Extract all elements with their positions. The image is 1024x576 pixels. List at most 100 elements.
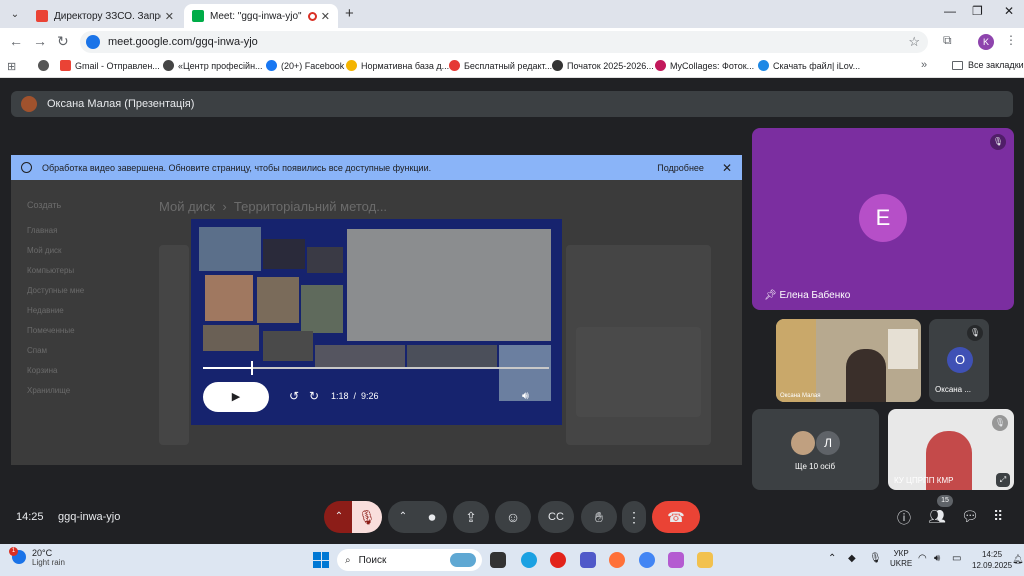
bookmark-item[interactable]: Скачать файл| iLov... xyxy=(758,60,860,71)
search-highlight-image xyxy=(450,553,476,567)
tab-title: Meet: "ggq-inwa-yjo" xyxy=(210,10,302,22)
url-input[interactable]: meet.google.com/ggq-inwa-yjo ☆ xyxy=(80,31,928,53)
notice-message: Обработка видео завершена. Обновите стра… xyxy=(42,162,432,173)
processing-notice: Обработка видео завершена. Обновите стра… xyxy=(11,155,742,180)
copilot-icon[interactable] xyxy=(668,552,684,568)
volume-icon[interactable]: 🔊︎ xyxy=(934,553,940,564)
bookmark-item[interactable]: Початок 2025-2026... xyxy=(552,60,654,71)
expand-icon[interactable]: ⤢ xyxy=(996,473,1010,487)
folder-icon xyxy=(952,60,963,70)
microphone-icon[interactable]: 🎙︎ xyxy=(869,553,882,564)
restore-icon[interactable]: ❐ xyxy=(972,4,983,18)
bookmark-label: Gmail - Отправлен... xyxy=(75,60,160,71)
new-tab-button[interactable]: + xyxy=(345,5,354,22)
mic-toggle-button[interactable]: 🎙︎ xyxy=(352,501,382,533)
back-icon[interactable]: ← xyxy=(9,33,23,49)
bookmark-item[interactable]: «Центр професійн... xyxy=(163,60,263,71)
bookmark-item[interactable]: MyCollages: Фоток... xyxy=(655,60,754,71)
raise-hand-button[interactable]: ✋︎ xyxy=(581,501,617,533)
apps-grid-icon[interactable]: ⊞ xyxy=(7,60,16,73)
minimize-icon[interactable]: — xyxy=(944,4,956,18)
wifi-icon[interactable]: ◠ xyxy=(918,553,927,564)
chat-icon[interactable]: 💬︎ xyxy=(961,508,979,525)
file-explorer-icon[interactable] xyxy=(697,552,713,568)
notification-badge: 1 xyxy=(9,547,18,556)
participant-name: 📌︎ Елена Бабенко xyxy=(764,290,851,301)
task-view-icon[interactable] xyxy=(490,552,506,568)
close-icon[interactable]: ✕ xyxy=(722,161,732,175)
drive-breadcrumb: Мой диск › Территоріальний метод... xyxy=(159,199,388,214)
volume-icon[interactable]: 🔊︎ xyxy=(522,390,529,403)
video-progress-handle[interactable] xyxy=(250,361,253,375)
meet-area: Оксана Малая (Презентація) Обработка вид… xyxy=(0,79,1024,544)
drive-menu-item: Мой диск xyxy=(27,246,62,255)
weather-widget[interactable]: 1 20°C Light rain xyxy=(9,547,65,567)
forward-10-icon[interactable]: ↻ xyxy=(309,389,319,403)
more-bookmarks-icon[interactable]: » xyxy=(921,59,927,71)
bookmark-star-icon[interactable]: ☆ xyxy=(908,34,920,50)
people-icon[interactable]: 👥︎ xyxy=(928,508,946,525)
bookmark-item[interactable]: Gmail - Отправлен... xyxy=(60,60,160,71)
browser-tab-bar: ⌄ Директору ЗЗСО. Запрошення ✕ Meet: "gg… xyxy=(0,0,1024,28)
extensions-icon[interactable]: ⧉ xyxy=(943,33,952,48)
recording-icon xyxy=(307,11,317,21)
notice-more-link[interactable]: Подробнее xyxy=(657,163,704,173)
rewind-10-icon[interactable]: ↺ xyxy=(289,389,299,403)
bookmark-label: Нормативна база д... xyxy=(361,60,450,71)
start-button[interactable] xyxy=(313,552,329,568)
profile-avatar[interactable]: K xyxy=(978,34,994,50)
leave-call-button[interactable]: ☎︎ xyxy=(652,501,700,533)
taskbar-search[interactable]: ⌕ Поиск xyxy=(337,549,482,571)
participant-tile[interactable]: 🎙︎ О Оксана ... xyxy=(929,319,989,402)
video-player[interactable]: ▶ ↺ ↻ 1:18 / 9:26 🔊︎ xyxy=(191,219,562,425)
bookmark-label: (20+) Facebook xyxy=(281,60,345,71)
meeting-info-icon[interactable]: ⓘ xyxy=(897,508,911,528)
audio-options-button[interactable]: ⌃ xyxy=(324,501,354,533)
video-progress-bar[interactable] xyxy=(203,361,549,375)
site-info-icon[interactable] xyxy=(86,35,100,49)
tab-active-meet[interactable]: Meet: "ggq-inwa-yjo" ✕ xyxy=(184,4,338,28)
forward-icon[interactable]: → xyxy=(33,33,47,49)
bookmark-item[interactable]: Нормативна база д... xyxy=(346,60,449,71)
notifications-icon[interactable]: 🔔︎ xyxy=(1012,554,1023,565)
language-indicator[interactable]: УКР UKRE xyxy=(890,549,912,569)
more-options-button[interactable]: ⋮ xyxy=(622,501,646,533)
all-bookmarks-button[interactable]: Все закладки xyxy=(952,60,1024,70)
tab-inactive[interactable]: Директору ЗЗСО. Запрошення ✕ xyxy=(28,4,182,28)
teams-icon[interactable] xyxy=(580,552,596,568)
bookmark-label: MyCollages: Фоток... xyxy=(670,60,755,71)
collage-photo xyxy=(203,325,259,351)
opera-icon[interactable] xyxy=(550,552,566,568)
bookmark-item[interactable] xyxy=(38,60,53,71)
activities-icon[interactable]: ⠿ xyxy=(993,508,1003,525)
battery-icon[interactable]: ▭ xyxy=(952,553,961,564)
browser-menu-icon[interactable]: ⋮ xyxy=(1005,33,1017,47)
drive-menu-item: Корзина xyxy=(27,366,58,375)
present-screen-button[interactable]: ⇪ xyxy=(453,501,489,533)
close-icon[interactable]: ✕ xyxy=(165,10,174,23)
tab-search-button[interactable]: ⌄ xyxy=(6,5,24,23)
firefox-icon[interactable] xyxy=(609,552,625,568)
tray-expand-icon[interactable]: ⌃ xyxy=(828,553,836,564)
participant-tile-featured[interactable]: 🎙︎ Е 📌︎ Елена Бабенко xyxy=(752,128,1014,310)
play-button[interactable]: ▶ xyxy=(203,382,269,412)
globe-icon xyxy=(38,60,49,71)
participant-tile-camera[interactable]: Оксана Малая xyxy=(776,319,921,402)
bookmark-label: Все закладки xyxy=(968,60,1024,70)
emoji-button[interactable]: ☺ xyxy=(495,501,531,533)
captions-button[interactable]: CC xyxy=(538,501,574,533)
camera-toggle-button[interactable]: ⏺︎ xyxy=(417,501,447,533)
video-options-button[interactable]: ⌃ xyxy=(388,501,418,533)
collage-photo xyxy=(407,345,497,367)
participant-tile-camera[interactable]: 🎙︎ КУ ЦПРПП КМР ⤢ xyxy=(888,409,1014,490)
more-participants-tile[interactable]: Л Ще 10 осіб xyxy=(752,409,879,490)
bookmark-item[interactable]: (20+) Facebook xyxy=(266,60,344,71)
bookmark-item[interactable]: Бесплатный редакт... xyxy=(449,60,552,71)
clock[interactable]: 14:25 12.09.2025 xyxy=(972,549,1012,571)
chrome-icon[interactable] xyxy=(639,552,655,568)
edge-icon[interactable] xyxy=(521,552,537,568)
reload-icon[interactable]: ↻ xyxy=(57,33,69,50)
close-icon[interactable]: ✕ xyxy=(321,10,330,23)
dropbox-icon[interactable]: ◆ xyxy=(848,553,856,564)
close-window-icon[interactable]: ✕ xyxy=(1004,4,1014,18)
